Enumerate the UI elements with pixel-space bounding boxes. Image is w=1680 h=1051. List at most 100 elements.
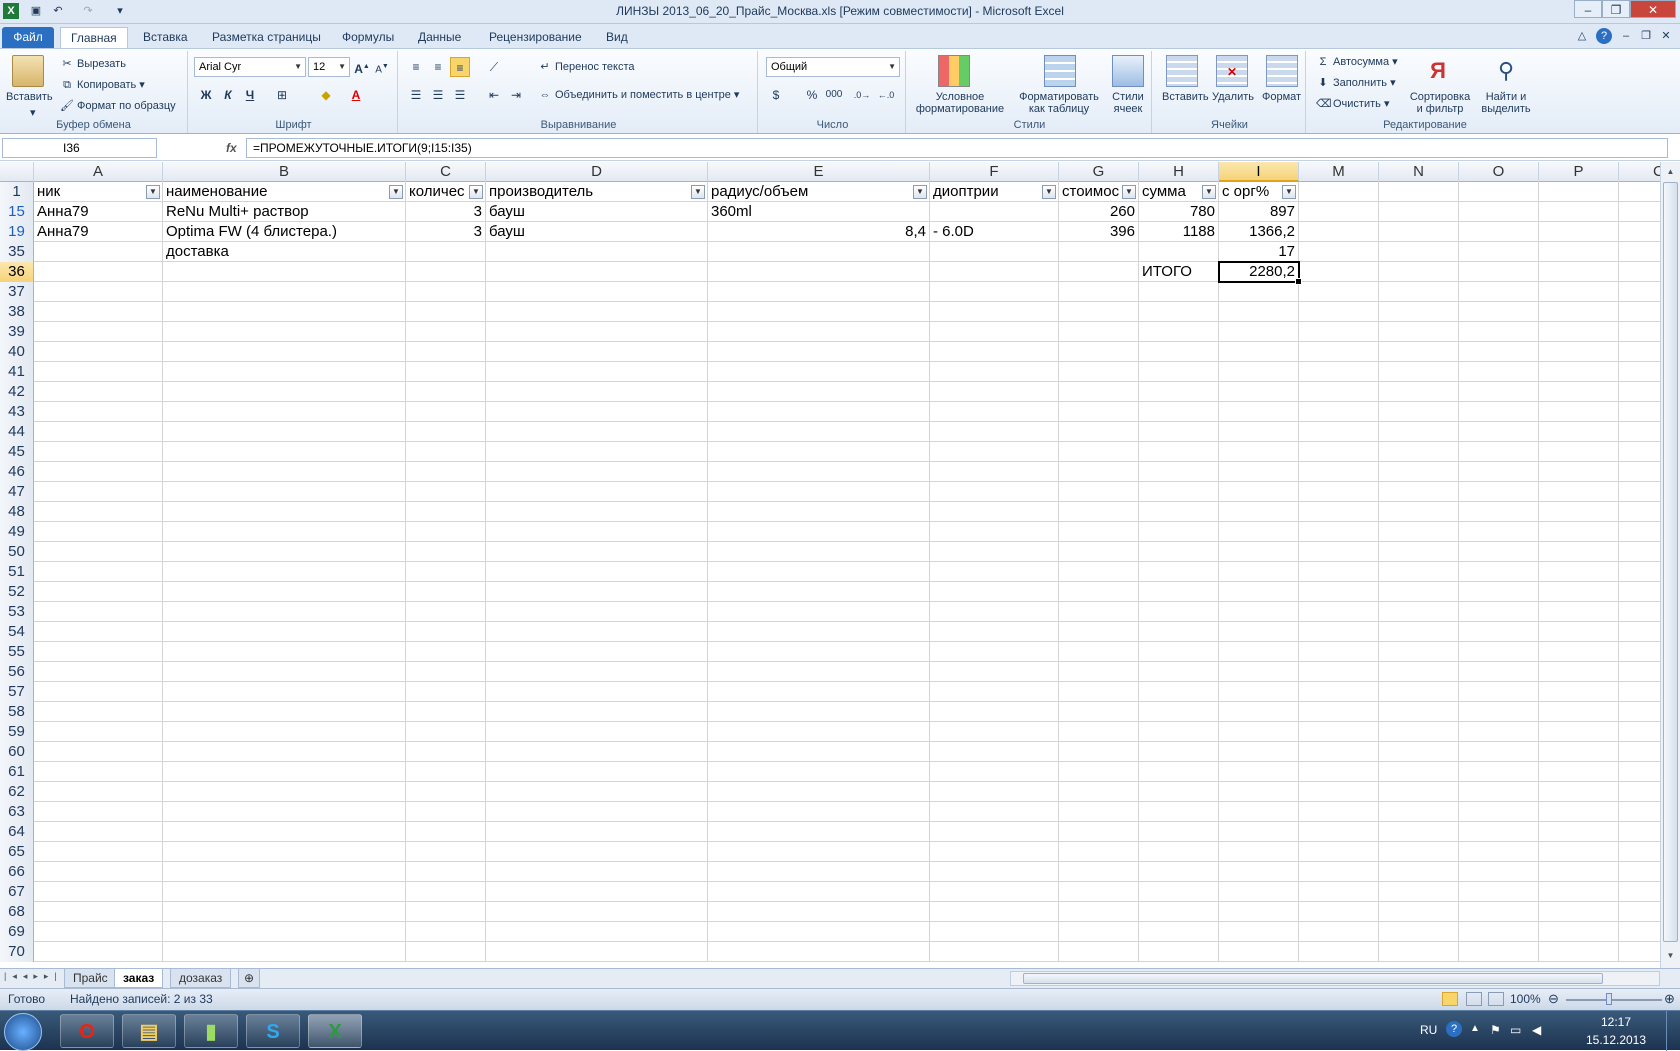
cell-a[interactable] xyxy=(34,562,163,582)
cell-f[interactable] xyxy=(930,902,1059,922)
cell-b[interactable] xyxy=(163,782,406,802)
cell-i[interactable] xyxy=(1219,462,1299,482)
underline-button[interactable]: Ч xyxy=(240,85,260,105)
cell-q[interactable] xyxy=(1619,642,1660,662)
cell-i[interactable] xyxy=(1219,662,1299,682)
cell-g[interactable] xyxy=(1059,542,1139,562)
cell-b[interactable] xyxy=(163,882,406,902)
cell-o[interactable] xyxy=(1459,762,1539,782)
cell-a[interactable] xyxy=(34,742,163,762)
cell-o[interactable] xyxy=(1459,502,1539,522)
cell-o[interactable] xyxy=(1459,682,1539,702)
row-header[interactable]: 38 xyxy=(0,302,34,322)
cell-d[interactable] xyxy=(486,282,708,302)
cell-e[interactable]: 8,4 xyxy=(708,222,930,242)
cell-h[interactable] xyxy=(1139,702,1219,722)
cell-i[interactable]: 897 xyxy=(1219,202,1299,222)
cell-q[interactable] xyxy=(1619,382,1660,402)
cell-h[interactable] xyxy=(1139,522,1219,542)
cell-d[interactable] xyxy=(486,262,708,282)
cell-q[interactable] xyxy=(1619,842,1660,862)
cell-d[interactable] xyxy=(486,722,708,742)
cell-f[interactable] xyxy=(930,602,1059,622)
cell-e[interactable] xyxy=(708,802,930,822)
cell-n[interactable] xyxy=(1379,842,1459,862)
cell-c[interactable] xyxy=(406,482,486,502)
cell-e[interactable] xyxy=(708,502,930,522)
cell-q[interactable] xyxy=(1619,422,1660,442)
cell-q[interactable] xyxy=(1619,402,1660,422)
cell-m[interactable] xyxy=(1299,942,1379,962)
row-header[interactable]: 60 xyxy=(0,742,34,762)
cell-e[interactable] xyxy=(708,762,930,782)
cell-m[interactable] xyxy=(1299,322,1379,342)
align-center-icon[interactable]: ☰ xyxy=(428,85,448,105)
column-header-n[interactable]: N xyxy=(1379,162,1459,182)
cell-m[interactable] xyxy=(1299,522,1379,542)
cell-o[interactable] xyxy=(1459,482,1539,502)
cell-e[interactable]: радиус/объем ▼ xyxy=(708,182,930,202)
cell-i[interactable] xyxy=(1219,502,1299,522)
cell-c[interactable] xyxy=(406,342,486,362)
column-header-p[interactable]: P xyxy=(1539,162,1619,182)
cell-h[interactable] xyxy=(1139,682,1219,702)
cell-e[interactable] xyxy=(708,702,930,722)
cell-n[interactable] xyxy=(1379,922,1459,942)
cell-f[interactable] xyxy=(930,322,1059,342)
column-header-h[interactable]: H xyxy=(1139,162,1219,182)
formula-input[interactable]: =ПРОМЕЖУТОЧНЫЕ.ИТОГИ(9;I15:I35) xyxy=(246,138,1668,158)
align-left-icon[interactable]: ☰ xyxy=(406,85,426,105)
row-header[interactable]: 52 xyxy=(0,582,34,602)
cell-p[interactable] xyxy=(1539,602,1619,622)
cell-i[interactable] xyxy=(1219,622,1299,642)
cell-g[interactable] xyxy=(1059,722,1139,742)
cell-o[interactable] xyxy=(1459,282,1539,302)
cell-m[interactable] xyxy=(1299,282,1379,302)
cell-o[interactable] xyxy=(1459,782,1539,802)
row-header[interactable]: 51 xyxy=(0,562,34,582)
cell-q[interactable] xyxy=(1619,562,1660,582)
cell-d[interactable] xyxy=(486,682,708,702)
cell-b[interactable]: ReNu Multi+ раствор xyxy=(163,202,406,222)
cell-o[interactable] xyxy=(1459,262,1539,282)
cell-e[interactable] xyxy=(708,622,930,642)
cell-n[interactable] xyxy=(1379,282,1459,302)
paste-dropdown-icon[interactable]: ▾ xyxy=(30,106,36,119)
cell-i[interactable] xyxy=(1219,322,1299,342)
cell-b[interactable] xyxy=(163,502,406,522)
cell-c[interactable] xyxy=(406,282,486,302)
cell-p[interactable] xyxy=(1539,482,1619,502)
cell-b[interactable] xyxy=(163,562,406,582)
cell-n[interactable] xyxy=(1379,902,1459,922)
cell-b[interactable] xyxy=(163,802,406,822)
cell-h[interactable] xyxy=(1139,502,1219,522)
row-header[interactable]: 67 xyxy=(0,882,34,902)
cell-d[interactable] xyxy=(486,622,708,642)
italic-button[interactable]: К xyxy=(218,85,238,105)
row-header[interactable]: 64 xyxy=(0,822,34,842)
tray-flag-icon[interactable]: ⚑ xyxy=(1490,1023,1501,1037)
cell-q[interactable] xyxy=(1619,602,1660,622)
cell-e[interactable] xyxy=(708,462,930,482)
cell-o[interactable] xyxy=(1459,382,1539,402)
tab-data[interactable]: Данные xyxy=(408,27,471,48)
cell-n[interactable] xyxy=(1379,222,1459,242)
cell-g[interactable] xyxy=(1059,562,1139,582)
cell-g[interactable] xyxy=(1059,742,1139,762)
cell-n[interactable] xyxy=(1379,662,1459,682)
cell-i[interactable] xyxy=(1219,742,1299,762)
cell-c[interactable] xyxy=(406,882,486,902)
cell-d[interactable] xyxy=(486,922,708,942)
doc-minimize-icon[interactable]: – xyxy=(1618,28,1634,44)
cell-g[interactable] xyxy=(1059,782,1139,802)
horizontal-scrollbar[interactable] xyxy=(1010,971,1660,986)
cell-q[interactable] xyxy=(1619,302,1660,322)
cell-styles-icon[interactable] xyxy=(1112,55,1144,87)
cell-p[interactable] xyxy=(1539,882,1619,902)
cell-o[interactable] xyxy=(1459,362,1539,382)
cell-m[interactable] xyxy=(1299,902,1379,922)
cell-a[interactable] xyxy=(34,842,163,862)
cell-d[interactable] xyxy=(486,522,708,542)
filter-dropdown-icon[interactable]: ▼ xyxy=(691,185,705,199)
row-header[interactable]: 70 xyxy=(0,942,34,962)
